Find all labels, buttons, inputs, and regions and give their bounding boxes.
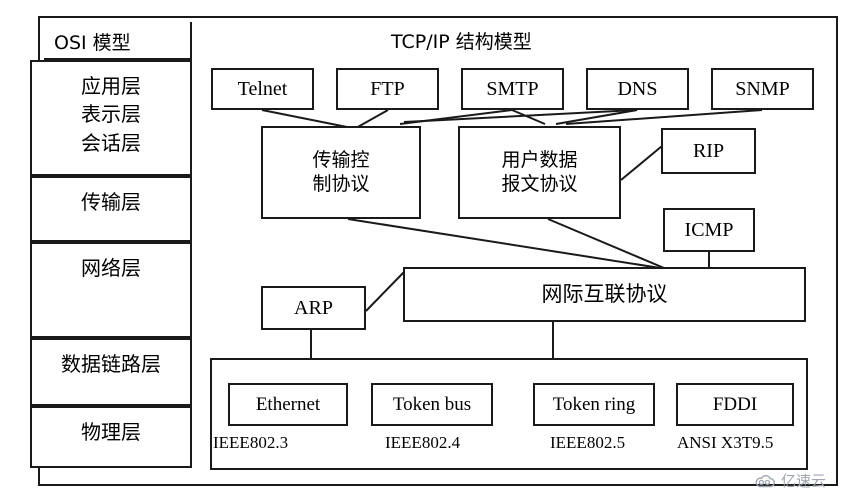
protocol-box-arp[interactable]: ARP bbox=[261, 286, 366, 330]
standard-label-fddi: ANSI X3T9.5 bbox=[677, 433, 774, 452]
osi-layer-application: 应用层 表示层 会话层 bbox=[30, 60, 192, 176]
protocol-box-snmp[interactable]: SNMP bbox=[711, 68, 814, 110]
osi-layer-physical: 物理层 bbox=[30, 406, 192, 468]
link-box-token-bus[interactable]: Token bus bbox=[371, 383, 493, 426]
tcpip-title: TCP/IP 结构模型 bbox=[391, 31, 532, 53]
watermark: 亿速云 bbox=[755, 470, 826, 491]
osi-title: OSI 模型 bbox=[54, 32, 131, 54]
protocol-box-udp[interactable]: 用户数据 报文协议 bbox=[458, 126, 621, 219]
link-box-ethernet[interactable]: Ethernet bbox=[228, 383, 348, 426]
protocol-box-rip[interactable]: RIP bbox=[661, 128, 756, 174]
link-box-fddi[interactable]: FDDI bbox=[676, 383, 794, 426]
osi-layer-datalink: 数据链路层 bbox=[30, 338, 192, 406]
protocol-box-telnet[interactable]: Telnet bbox=[211, 68, 314, 110]
cloud-icon bbox=[755, 474, 775, 487]
standard-label-ethernet: IEEE802.3 bbox=[213, 433, 289, 452]
link-box-token-ring[interactable]: Token ring bbox=[533, 383, 655, 426]
diagram-canvas: OSI 模型 TCP/IP 结构模型 应用层 表示层 会话层 传输层 网络层 数… bbox=[0, 0, 862, 503]
standard-label-token-bus: IEEE802.4 bbox=[385, 433, 461, 452]
protocol-box-tcp[interactable]: 传输控 制协议 bbox=[261, 126, 421, 219]
osi-layer-transport: 传输层 bbox=[30, 176, 192, 242]
standard-label-token-ring: IEEE802.5 bbox=[550, 433, 626, 452]
protocol-box-icmp[interactable]: ICMP bbox=[663, 208, 755, 252]
protocol-box-ip[interactable]: 网际互联协议 bbox=[403, 267, 806, 322]
protocol-box-smtp[interactable]: SMTP bbox=[461, 68, 564, 110]
protocol-box-dns[interactable]: DNS bbox=[586, 68, 689, 110]
osi-layer-network: 网络层 bbox=[30, 242, 192, 338]
protocol-box-ftp[interactable]: FTP bbox=[336, 68, 439, 110]
watermark-text: 亿速云 bbox=[781, 472, 827, 490]
